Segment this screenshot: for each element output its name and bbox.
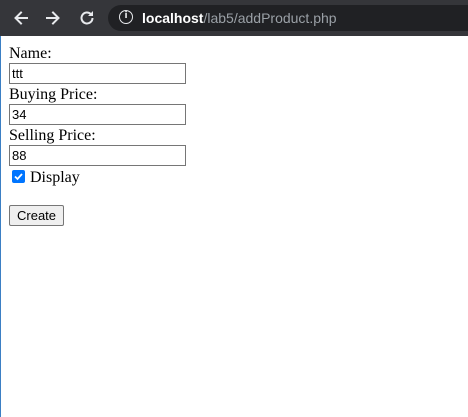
buying-price-field[interactable]: 34: [9, 104, 186, 125]
url-path: /lab5/addProduct.php: [203, 10, 337, 26]
back-button[interactable]: [9, 6, 33, 30]
display-label: Display: [30, 169, 80, 186]
name-label: Name:: [9, 45, 52, 62]
info-icon[interactable]: i: [119, 10, 133, 24]
display-row: Display: [9, 167, 449, 188]
reload-button[interactable]: [75, 6, 99, 30]
forward-icon: [46, 11, 60, 25]
address-bar[interactable]: i localhost/lab5/addProduct.php: [108, 5, 468, 31]
name-field[interactable]: ttt: [9, 63, 186, 84]
create-button[interactable]: Create: [9, 205, 65, 226]
buying-price-label: Buying Price:: [9, 86, 98, 103]
add-product-form: Name: ttt Buying Price: 34 Selling Price…: [9, 44, 449, 226]
back-icon: [14, 11, 28, 25]
selling-price-label: Selling Price:: [9, 127, 96, 144]
url-host: localhost: [142, 10, 204, 26]
browser-toolbar: i localhost/lab5/addProduct.php: [0, 0, 468, 36]
forward-button[interactable]: [41, 6, 65, 30]
reload-icon: [80, 11, 94, 25]
display-checkbox[interactable]: [12, 170, 25, 183]
window-edge: [0, 36, 1, 417]
checkmark-icon: [14, 173, 23, 181]
selling-price-field[interactable]: 88: [9, 145, 186, 166]
url-text: localhost/lab5/addProduct.php: [142, 5, 337, 31]
